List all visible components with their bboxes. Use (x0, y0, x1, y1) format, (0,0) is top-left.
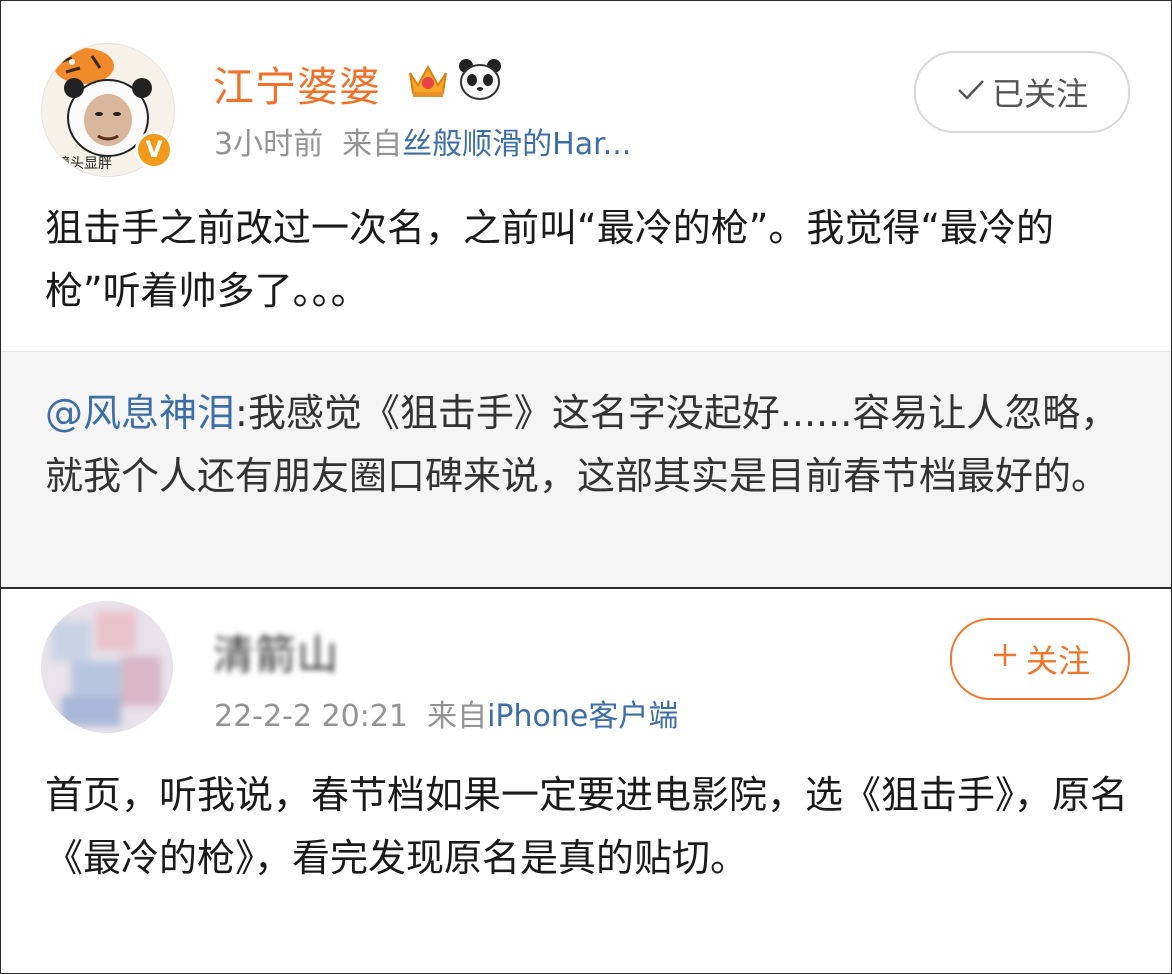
post-meta: 3小时前 来自丝般顺滑的Har... (214, 119, 631, 163)
avatar-image (41, 601, 173, 733)
source-prefix: 来自 (427, 699, 488, 734)
mention-link[interactable]: @风息神泪 (45, 391, 235, 435)
check-icon (956, 73, 986, 111)
post-source[interactable]: 丝般顺滑的Har... (402, 127, 631, 162)
post-text: 首页，听我说，春节档如果一定要进电影院，选《狙击手》，原名《最冷的枪》，看完发现… (45, 773, 1129, 880)
verified-badge-icon: V (135, 131, 173, 169)
avatar-caption: 镜头显胖 (56, 156, 112, 172)
source-prefix: 来自 (342, 127, 403, 162)
screenshot-frame: 镜头显胖 V 江宁婆婆 3小时前 来自丝般顺滑的Har... 已关注 狙击手之前… (0, 0, 1172, 974)
follow-label: 已关注 (991, 75, 1088, 113)
panda-icon (459, 59, 501, 100)
post-time: 22-2-2 20:21 (214, 699, 408, 734)
post-meta: 22-2-2 20:21 来自iPhone客户端 (214, 691, 678, 735)
follow-button[interactable]: 关注 (950, 618, 1130, 700)
following-button[interactable]: 已关注 (914, 51, 1130, 133)
follow-label: 关注 (1025, 642, 1090, 680)
plus-icon (990, 640, 1020, 678)
crown-icon (409, 64, 447, 97)
avatar-blurred[interactable] (41, 601, 173, 733)
post-text: 狙击手之前改过一次名，之前叫“最冷的枪”。我觉得“最冷的枪”听着帅多了。。。 (45, 206, 1055, 313)
weibo-post-1: 镜头显胖 V 江宁婆婆 3小时前 来自丝般顺滑的Har... 已关注 狙击手之前… (1, 1, 1171, 587)
repost-card[interactable]: @风息神泪:我感觉《狙击手》这名字没起好......容易让人忽略，就我个人还有朋… (1, 351, 1171, 587)
post-source[interactable]: iPhone客户端 (487, 699, 678, 734)
repost-text-block: @风息神泪:我感觉《狙击手》这名字没起好......容易让人忽略，就我个人还有朋… (45, 382, 1130, 508)
username[interactable]: 江宁婆婆 (213, 53, 381, 113)
username-blurred[interactable]: 清箭山 (213, 621, 339, 681)
post-time: 3小时前 (214, 127, 324, 162)
